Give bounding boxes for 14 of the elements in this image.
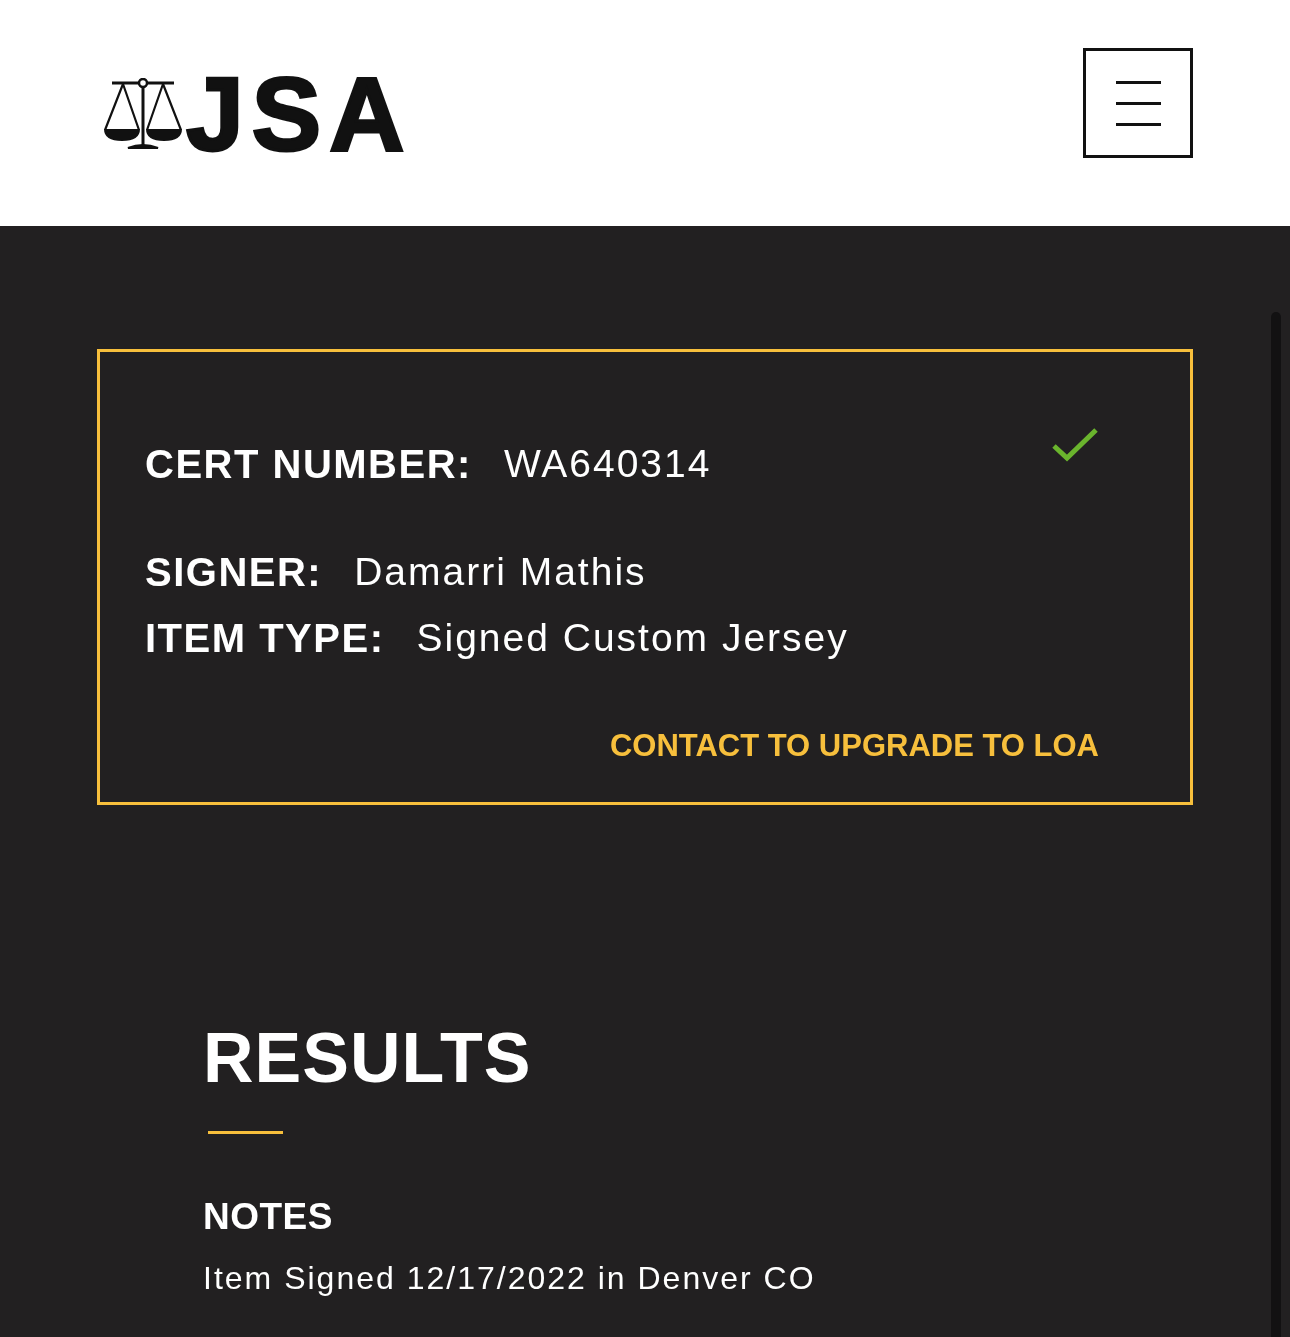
field-value: WA640314	[503, 442, 712, 486]
menu-button[interactable]	[1083, 48, 1193, 158]
notes-text: Item Signed 12/17/2022 in Denver CO	[203, 1259, 816, 1298]
menu-icon	[1115, 80, 1161, 126]
field-value: Damarri Mathis	[354, 550, 647, 594]
logo-text[interactable]: JSA	[186, 72, 413, 156]
field-value: Signed Custom Jersey	[416, 616, 849, 660]
field-label: CERT NUMBER:	[145, 441, 472, 487]
notes-heading: NOTES	[203, 1195, 333, 1239]
scales-icon	[104, 78, 182, 150]
results-heading: RESULTS	[203, 1018, 532, 1098]
field-label: SIGNER:	[145, 549, 323, 595]
upgrade-link[interactable]: CONTACT TO UPGRADE TO LOA	[609, 726, 1099, 766]
field-label: ITEM TYPE:	[145, 615, 385, 661]
